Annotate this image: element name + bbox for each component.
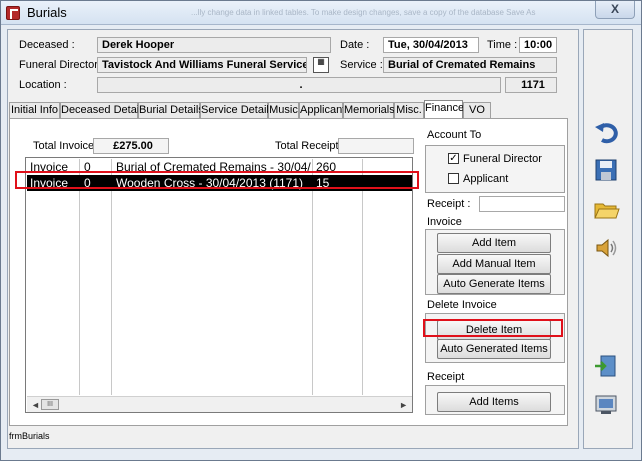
burials-window: Burials ...lly change data in linked tab… [0, 0, 642, 461]
add-manual-item-button[interactable]: Add Manual Item [437, 254, 551, 274]
horizontal-scrollbar[interactable]: ◄ III ► [27, 396, 412, 412]
speaker-icon[interactable] [592, 234, 620, 262]
add-item-button[interactable]: Add Item [437, 233, 551, 253]
funeral-director-field[interactable]: Tavistock And Williams Funeral Services [97, 57, 307, 73]
tab-initial-info[interactable]: Initial Info [9, 102, 60, 119]
print-preview-icon[interactable] [592, 390, 620, 418]
delete-invoice-label: Delete Invoice [427, 299, 497, 311]
access-app-icon [6, 6, 20, 20]
scroll-right-icon[interactable]: ► [399, 400, 408, 410]
add-items-button[interactable]: Add Items [437, 392, 551, 412]
location-field[interactable]: . [97, 77, 501, 93]
funeral-director-checkbox[interactable]: ✓ [448, 153, 459, 164]
title-bar[interactable]: Burials ...lly change data in linked tab… [1, 1, 641, 25]
service-label: Service : [340, 59, 383, 71]
finance-items-listbox[interactable]: Invoice 0 Burial of Cremated Remains - 3… [25, 157, 413, 413]
open-folder-icon[interactable] [592, 196, 620, 224]
invoice-group-label: Invoice [427, 216, 462, 228]
close-button[interactable]: X [595, 1, 635, 19]
tab-music[interactable]: Music [268, 102, 299, 119]
row-highlight-box [15, 171, 419, 189]
service-field[interactable]: Burial of Cremated Remains [383, 57, 557, 73]
time-label: Time : [487, 39, 518, 51]
tab-service-details[interactable]: Service Details [200, 102, 274, 119]
calendar-icon[interactable]: ▦ [313, 57, 329, 73]
location-label: Location : [19, 79, 67, 91]
receipt-field[interactable] [479, 196, 565, 212]
applicant-checkbox[interactable] [448, 173, 459, 184]
delete-item-highlight-box [423, 319, 563, 337]
receipt-group-label: Receipt [427, 371, 465, 383]
tab-strip: Initial Info Deceased Details Burial Det… [9, 100, 569, 120]
window-title: Burials [27, 5, 67, 20]
tab-vo[interactable]: VO [463, 102, 491, 119]
time-field[interactable]: 10:00 [519, 37, 557, 53]
save-icon[interactable] [592, 156, 620, 184]
funeral-director-check-label: Funeral Director [463, 153, 542, 165]
account-to-label: Account To [427, 129, 482, 141]
security-message-ghost: ...lly change data in linked tables. To … [191, 8, 536, 17]
date-label: Date : [340, 39, 370, 51]
scroll-thumb[interactable]: III [41, 399, 59, 410]
tab-memorials[interactable]: Memorials [343, 102, 395, 119]
auto-generated-items-button[interactable]: Auto Generated Items [437, 339, 551, 359]
total-receipt-label: Total Receipt: [275, 140, 342, 152]
tab-applicant[interactable]: Applicant [299, 102, 345, 119]
applicant-check-label: Applicant [463, 173, 509, 185]
date-field[interactable]: Tue, 30/04/2013 [383, 37, 479, 53]
exit-door-icon[interactable] [592, 352, 620, 380]
deceased-field[interactable]: Derek Hooper [97, 37, 331, 53]
total-invoice-label: Total Invoice: [33, 140, 98, 152]
auto-generate-items-button[interactable]: Auto Generate Items [437, 274, 551, 294]
scroll-left-icon[interactable]: ◄ [31, 400, 40, 410]
funeral-director-label: Funeral Director : [19, 59, 104, 71]
total-invoice-field: £275.00 [93, 138, 169, 154]
form-name-label: frmBurials [9, 431, 50, 441]
total-receipt-field [338, 138, 414, 154]
location-code-field[interactable]: 1171 [505, 77, 557, 93]
receipt-label: Receipt : [427, 198, 471, 210]
tab-misc[interactable]: Misc. [394, 102, 424, 119]
deceased-label: Deceased : [19, 39, 75, 51]
tab-burial-details[interactable]: Burial Details [138, 102, 204, 119]
action-sidebar [583, 29, 633, 449]
tab-deceased-details[interactable]: Deceased Details [60, 102, 147, 119]
undo-icon[interactable] [592, 118, 620, 146]
tab-finance[interactable]: Finance [424, 100, 464, 120]
